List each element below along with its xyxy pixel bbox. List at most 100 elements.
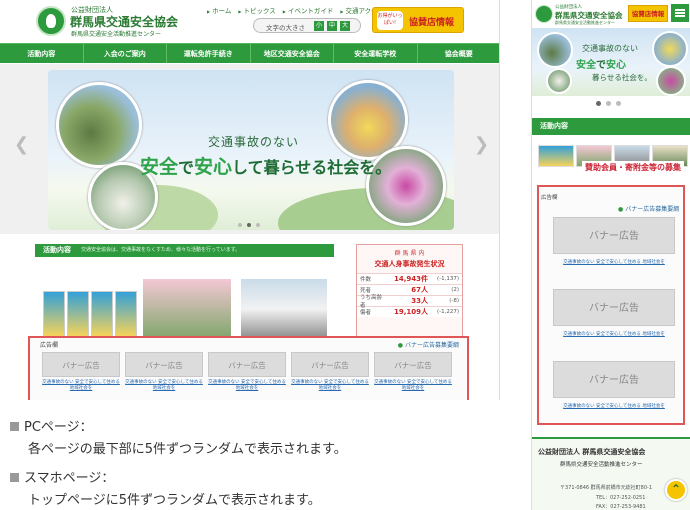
brochure-image[interactable] <box>115 291 137 337</box>
slide-word-anshin: 安心 <box>194 156 233 178</box>
stats-diff: (-1,137) <box>436 276 459 282</box>
org-sub: 群馬県交通安全活動推進センター <box>71 31 162 38</box>
top-nav-events[interactable]: イベントガイド <box>283 5 334 15</box>
stats-key: うち高齢者 <box>360 295 383 309</box>
nav-district[interactable]: 地区交通安全協会 <box>251 44 334 63</box>
logo-icon[interactable] <box>535 5 553 23</box>
hero-slider: ❮ ❯ 交通事故のない 安全で安心して暮らせる社会を。 <box>0 64 499 234</box>
pc-ad-area: 広告欄 バナー広告募集要綱 バナー広告 バナー広告 バナー広告 バナー広告 バナ… <box>28 336 469 400</box>
chevron-right-icon[interactable]: ❯ <box>474 134 489 155</box>
banner-ad[interactable]: バナー広告 <box>208 352 286 377</box>
sp-org-sub: 群馬県交通安全活動推進センター <box>555 20 615 25</box>
sp-support-banner[interactable]: 賛助会員・寄附金等の募集 <box>582 161 684 174</box>
banner-ad[interactable]: バナー広告 <box>42 352 120 377</box>
slider-dot[interactable] <box>256 223 260 227</box>
org-name[interactable]: 群馬県交通安全協会 <box>70 13 178 30</box>
chevron-up-icon[interactable]: ⌃ <box>665 479 687 501</box>
sp-slide-line2: 安全で安心 <box>576 56 626 71</box>
nav-license[interactable]: 運転免許手続き <box>167 44 251 63</box>
brochure-image[interactable] <box>43 291 65 337</box>
banner-link[interactable]: 交通事故のない 安全で安心して住める 地域社会を <box>125 380 203 391</box>
footer-org: 公益財団法人 群馬県交通安全協会 <box>538 448 646 456</box>
pc-header: 公益財団法人 群馬県交通安全協会 群馬県交通安全活動推進センター ホーム トピッ… <box>0 0 499 42</box>
photo-bus <box>546 68 572 94</box>
sp-header: 公益財団法人 群馬県交通安全協会 群馬県交通安全活動推進センター 協賛店情報 <box>532 0 690 28</box>
caption-sp-title-text: スマホページ： <box>24 471 115 486</box>
slide-word-rest: して暮らせる社会を。 <box>232 158 392 177</box>
slide-line2: 安全で安心して暮らせる社会を。 <box>140 152 391 179</box>
activity-thumb[interactable] <box>538 145 574 167</box>
footer-fax: FAX：027-253-9481 <box>596 504 646 510</box>
ad-recruit-link[interactable]: バナー広告募集要綱 <box>398 340 459 349</box>
activity-title[interactable]: 活動内容 <box>43 244 71 257</box>
hero-slide[interactable]: 交通事故のない 安全で安心して暮らせる社会を。 <box>48 70 454 230</box>
slide-line1: 交通事故のない <box>208 135 300 149</box>
banner-ad[interactable]: バナー広告 <box>125 352 203 377</box>
top-nav-topics[interactable]: トピックス <box>238 5 275 15</box>
font-size-large-button[interactable]: 大 <box>340 21 350 31</box>
stats-diff: (2) <box>451 287 459 293</box>
banner-link[interactable]: 交通事故のない 安全で安心して住める 地域社会を <box>42 380 120 391</box>
sp-hero-slide[interactable]: 交通事故のない 安全で安心 暮らせる社会を。 <box>532 28 690 96</box>
slider-dot[interactable] <box>616 101 621 106</box>
slider-dot-active[interactable] <box>247 223 251 227</box>
activity-header: 活動内容 交通安全協会は、交通事故をなくすため、様々な活動を行っています。 <box>35 244 334 257</box>
nav-activities[interactable]: 活動内容 <box>0 44 84 63</box>
nav-driving-school[interactable]: 安全運転学校 <box>334 44 418 63</box>
banner-link[interactable]: 交通事故のない 安全で安心して住める 地域社会を <box>208 380 286 391</box>
stats-value: 14,943件 <box>393 275 428 283</box>
sp-activity-header[interactable]: 活動内容 <box>532 118 690 135</box>
banner-link[interactable]: 交通事故のない 安全で安心して住める 地域社会を <box>553 332 675 338</box>
nav-membership[interactable]: 入会のご案内 <box>84 44 167 63</box>
kyousan-bubble: お得がいっぱい! <box>377 11 403 30</box>
slide-word-anshin: 安心 <box>606 60 626 71</box>
main-nav: 活動内容 入会のご案内 運転免許手続き 地区交通安全協会 安全運転学校 協会概要 <box>0 43 500 63</box>
banner-ad[interactable]: バナー広告 <box>374 352 452 377</box>
sp-footer: 公益財団法人 群馬県交通安全協会 群馬県交通安全活動推進センター 〒371-08… <box>532 437 690 510</box>
accident-stats[interactable]: 群 馬 県 内 交通人身事故発生状況 件数 14,943件 (-1,137) 死者 6… <box>356 244 463 339</box>
brochure-image[interactable] <box>91 291 113 337</box>
pc-screenshot: 公益財団法人 群馬県交通安全協会 群馬県交通安全活動推進センター ホーム トピッ… <box>0 0 500 400</box>
banner-ad[interactable]: バナー広告 <box>553 289 675 326</box>
top-nav: ホーム トピックス イベントガイド 交通アクセス <box>207 5 384 15</box>
hamburger-menu-icon[interactable] <box>671 4 689 22</box>
slider-dots <box>238 223 260 227</box>
font-size-small-button[interactable]: 小 <box>314 21 324 31</box>
car-photo[interactable] <box>241 279 327 339</box>
stats-value: 19,109人 <box>393 308 428 316</box>
bullet-square-icon <box>10 473 19 482</box>
activity-images <box>35 257 334 339</box>
banner-ad[interactable]: バナー広告 <box>291 352 369 377</box>
chevron-left-icon[interactable]: ❮ <box>14 134 29 155</box>
banner-link[interactable]: 交通事故のない 安全で安心して住める 地域社会を <box>291 380 369 391</box>
stats-value: 33人 <box>411 297 428 305</box>
footer-tel[interactable]: TEL：027-252-0251 <box>596 494 645 501</box>
banner-link[interactable]: 交通事故のない 安全で安心して住める 地域社会を <box>553 260 675 266</box>
font-size-medium-button[interactable]: 中 <box>327 21 337 31</box>
bullet-square-icon <box>10 422 19 431</box>
mascot-photo[interactable] <box>143 279 231 339</box>
slider-dot[interactable] <box>238 223 242 227</box>
caption-pc-title-text: PCページ： <box>24 420 93 435</box>
ad-recruit-link[interactable]: バナー広告募集要綱 <box>618 204 679 213</box>
photo-event <box>652 31 688 67</box>
slider-dot-active[interactable] <box>596 101 601 106</box>
banner-ad[interactable]: バナー広告 <box>553 217 675 254</box>
nav-about[interactable]: 協会概要 <box>418 44 500 63</box>
photo-motorcycle <box>537 32 573 68</box>
top-nav-home[interactable]: ホーム <box>207 5 231 15</box>
font-size-switcher: 文字の大きさ 小 中 大 <box>253 18 361 33</box>
logo-icon[interactable] <box>36 6 66 36</box>
stats-key: 傷者 <box>360 310 372 316</box>
photo-motorcycle <box>56 82 142 168</box>
font-size-label: 文字の大きさ <box>266 24 305 32</box>
slider-dot[interactable] <box>606 101 611 106</box>
sp-kyousan-button[interactable]: 協賛店情報 <box>628 5 668 22</box>
banner-link[interactable]: 交通事故のない 安全で安心して住める 地域社会を <box>553 404 675 410</box>
banner-link[interactable]: 交通事故のない 安全で安心して住める 地域社会を <box>374 380 452 391</box>
stats-key: 件数 <box>360 277 372 283</box>
banner-ad[interactable]: バナー広告 <box>553 361 675 398</box>
brochure-image[interactable] <box>67 291 89 337</box>
sp-slider-dots <box>596 101 621 106</box>
kyousan-shop-button[interactable]: お得がいっぱい! 協賛店情報 <box>372 7 464 33</box>
